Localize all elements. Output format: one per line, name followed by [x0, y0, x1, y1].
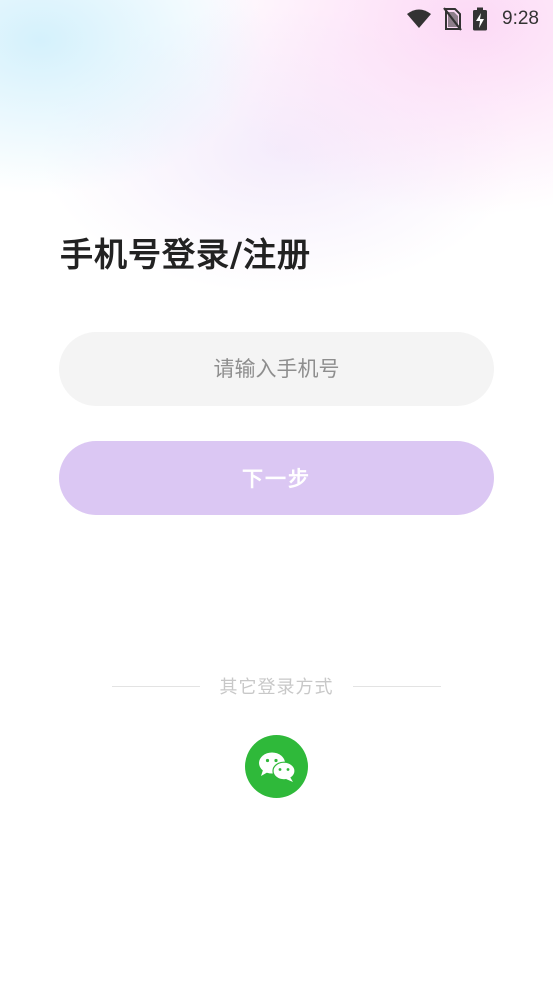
next-step-label: 下一步	[242, 467, 311, 491]
phone-number-input[interactable]	[59, 332, 494, 406]
divider-line-left	[112, 685, 200, 687]
other-login-label: 其它登录方式	[219, 677, 334, 698]
header-gradient-background	[0, 0, 553, 360]
wechat-login-button[interactable]	[245, 735, 308, 798]
next-step-button[interactable]: 下一步	[59, 441, 494, 515]
wifi-icon	[406, 9, 432, 29]
divider-line-right	[353, 685, 441, 687]
no-sim-icon	[442, 7, 462, 31]
other-login-divider: 其它登录方式	[112, 672, 441, 700]
login-screen: 9:28 手机号登录/注册 下一步 其它登录方式	[0, 0, 553, 983]
status-bar: 9:28	[0, 0, 553, 38]
battery-charging-icon	[472, 7, 488, 31]
wechat-icon	[257, 750, 297, 784]
page-title: 手机号登录/注册	[60, 235, 312, 274]
status-time: 9:28	[502, 8, 539, 29]
